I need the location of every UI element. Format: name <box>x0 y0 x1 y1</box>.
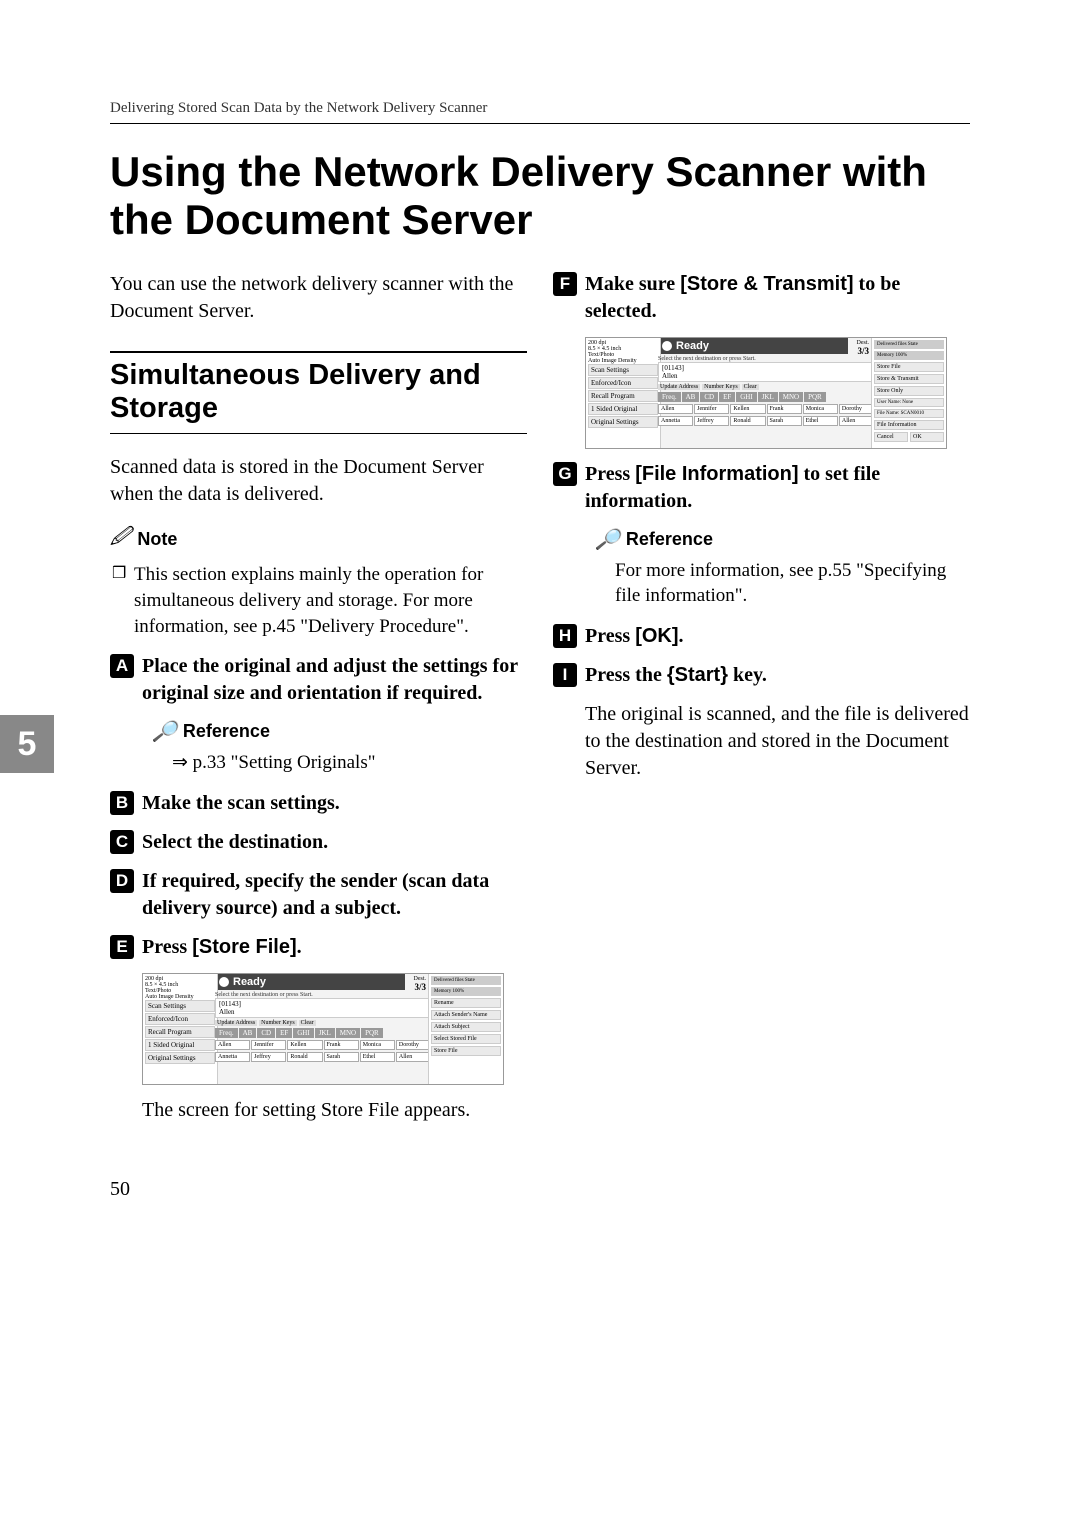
reference-heading-text: Reference <box>626 529 713 550</box>
note-heading-text: Note <box>137 529 177 550</box>
store-file-screenshot-2: 200 dpi 8.5 × 4.5 inch Text/Photo Auto I… <box>585 337 947 449</box>
ready-icon <box>219 977 229 987</box>
step-9-follow: The original is scanned, and the file is… <box>585 701 970 782</box>
reference-body-2: For more information, see p.55 "Specifyi… <box>615 558 970 609</box>
magnifier-icon: 🔎 <box>595 527 620 552</box>
step-8-text: Press [OK]. <box>585 623 970 650</box>
store-file-screenshot-1: 200 dpi 8.5 × 4.5 inch Text/Photo Auto I… <box>142 973 504 1085</box>
step-7-text: Press [File Information] to set file inf… <box>585 461 970 515</box>
step-1-text: Place the original and adjust the settin… <box>142 653 527 707</box>
reference-heading-2: 🔎 Reference <box>595 527 970 552</box>
step-5-follow: The screen for setting Store File appear… <box>142 1097 527 1124</box>
reference-heading-1: 🔎 Reference <box>152 719 527 744</box>
running-header: Delivering Stored Scan Data by the Netwo… <box>110 100 970 124</box>
step-4-text: If required, specify the sender (scan da… <box>142 868 527 922</box>
step-number-3: C <box>110 830 134 854</box>
step-3-text: Select the destination. <box>142 829 527 856</box>
step-number-6: F <box>553 272 577 296</box>
step-2-text: Make the scan settings. <box>142 790 527 817</box>
pencil-icon: 🖉 <box>110 522 131 556</box>
ready-icon <box>662 341 672 351</box>
step-number-5: E <box>110 935 134 959</box>
step-number-1: A <box>110 654 134 678</box>
magnifier-icon: 🔎 <box>152 719 177 744</box>
section-body: Scanned data is stored in the Document S… <box>110 454 527 508</box>
page-title: Using the Network Delivery Scanner with … <box>110 148 970 245</box>
step-number-2: B <box>110 791 134 815</box>
section-marker: 5 <box>0 715 54 773</box>
intro-text: You can use the network delivery scanner… <box>110 271 527 325</box>
reference-heading-text: Reference <box>183 721 270 742</box>
page-number: 50 <box>110 1178 970 1201</box>
step-5-text: Press [Store File]. <box>142 934 527 961</box>
step-number-9: I <box>553 663 577 687</box>
step-6-text: Make sure [Store & Transmit] to be selec… <box>585 271 970 325</box>
section-title: Simultaneous Delivery and Storage <box>110 351 527 435</box>
step-number-8: H <box>553 624 577 648</box>
step-number-7: G <box>553 462 577 486</box>
reference-body-1: ⇒ p.33 "Setting Originals" <box>172 750 527 776</box>
step-9-text: Press the {Start} key. <box>585 662 970 689</box>
note-item: This section explains mainly the operati… <box>134 562 527 639</box>
step-number-4: D <box>110 869 134 893</box>
note-heading: 🖉 Note <box>110 522 527 556</box>
